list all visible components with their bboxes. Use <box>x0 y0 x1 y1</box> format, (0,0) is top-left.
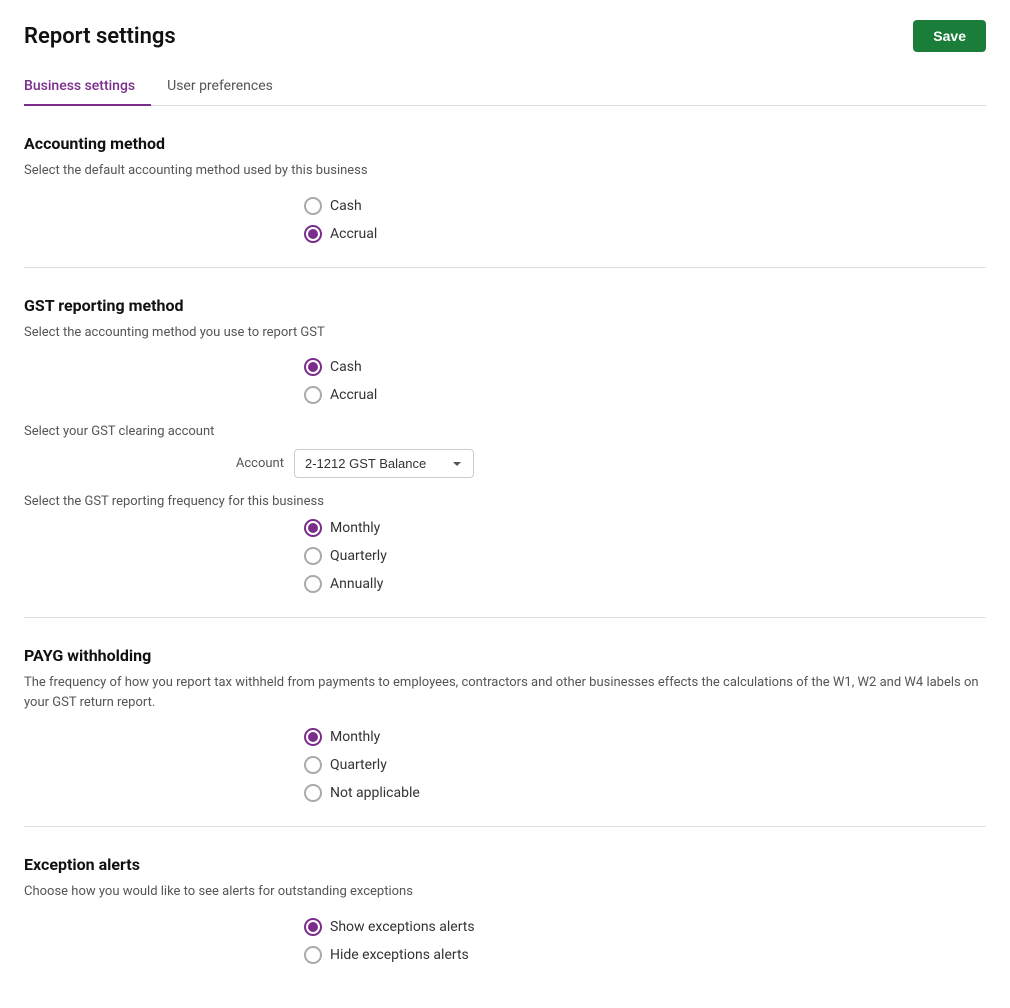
show-alerts-text: Show exceptions alerts <box>330 919 475 935</box>
account-field-label: Account <box>24 456 284 471</box>
gst-radio-accrual[interactable] <box>304 386 322 404</box>
gst-freq-quarterly[interactable] <box>304 547 322 565</box>
radio-label-cash[interactable]: Cash <box>304 197 362 215</box>
payg-quarterly[interactable] <box>304 756 322 774</box>
exception-alerts-radio-group: Show exceptions alerts Hide exceptions a… <box>304 918 986 964</box>
save-button[interactable]: Save <box>913 20 986 52</box>
exception-alerts-section: Exception alerts Choose how you would li… <box>24 827 986 988</box>
gst-radio-cash-label: Cash <box>330 359 362 375</box>
accounting-method-title: Accounting method <box>24 134 986 153</box>
payg-desc: The frequency of how you report tax with… <box>24 673 986 712</box>
payg-section: PAYG withholding The frequency of how yo… <box>24 618 986 827</box>
gst-freq-annually[interactable] <box>304 575 322 593</box>
show-alerts-radio[interactable] <box>304 918 322 936</box>
exception-alerts-desc: Choose how you would like to see alerts … <box>24 882 986 902</box>
accounting-method-desc: Select the default accounting method use… <box>24 161 986 181</box>
accounting-method-radio-group: Cash Accrual <box>304 197 986 243</box>
gst-method-radio-group: Cash Accrual <box>304 358 986 404</box>
hide-alerts-text: Hide exceptions alerts <box>330 947 469 963</box>
radio-cash-label: Cash <box>330 198 362 214</box>
payg-quarterly-text: Quarterly <box>330 757 387 773</box>
payg-monthly[interactable] <box>304 728 322 746</box>
gst-reporting-title: GST reporting method <box>24 296 986 315</box>
payg-monthly-label[interactable]: Monthly <box>304 728 380 746</box>
exception-alerts-title: Exception alerts <box>24 855 986 874</box>
gst-freq-monthly-text: Monthly <box>330 520 380 536</box>
payg-not-applicable[interactable] <box>304 784 322 802</box>
payg-title: PAYG withholding <box>24 646 986 665</box>
payg-not-applicable-label[interactable]: Not applicable <box>304 784 420 802</box>
hide-alerts-label[interactable]: Hide exceptions alerts <box>304 946 469 964</box>
gst-frequency-label: Select the GST reporting frequency for t… <box>24 494 986 509</box>
gst-radio-label-cash[interactable]: Cash <box>304 358 362 376</box>
page-header: Report settings Save <box>24 20 986 52</box>
hide-alerts-radio[interactable] <box>304 946 322 964</box>
gst-reporting-desc: Select the accounting method you use to … <box>24 323 986 343</box>
tabs-nav: Business settings User preferences <box>24 68 986 106</box>
payg-radio-group: Monthly Quarterly Not applicable <box>304 728 986 802</box>
tab-business-settings[interactable]: Business settings <box>24 68 151 106</box>
page-container: Report settings Save Business settings U… <box>0 0 1010 1008</box>
gst-freq-quarterly-label[interactable]: Quarterly <box>304 547 387 565</box>
payg-not-applicable-text: Not applicable <box>330 785 420 801</box>
show-alerts-label[interactable]: Show exceptions alerts <box>304 918 475 936</box>
gst-freq-quarterly-text: Quarterly <box>330 548 387 564</box>
radio-accrual-label: Accrual <box>330 226 377 242</box>
radio-accrual[interactable] <box>304 225 322 243</box>
accounting-method-section: Accounting method Select the default acc… <box>24 106 986 268</box>
payg-monthly-text: Monthly <box>330 729 380 745</box>
page-title: Report settings <box>24 24 176 49</box>
gst-freq-annually-text: Annually <box>330 576 383 592</box>
gst-frequency-radio-group: Monthly Quarterly Annually <box>304 519 986 593</box>
gst-reporting-section: GST reporting method Select the accounti… <box>24 268 986 619</box>
gst-freq-monthly-label[interactable]: Monthly <box>304 519 380 537</box>
tab-user-preferences[interactable]: User preferences <box>167 68 289 106</box>
gst-radio-accrual-label: Accrual <box>330 387 377 403</box>
radio-cash[interactable] <box>304 197 322 215</box>
gst-freq-annually-label[interactable]: Annually <box>304 575 383 593</box>
account-select[interactable]: 2-1212 GST Balance 2-1213 GST Collected … <box>294 449 474 478</box>
clearing-account-label: Select your GST clearing account <box>24 424 986 439</box>
radio-label-accrual[interactable]: Accrual <box>304 225 377 243</box>
account-form-row: Account 2-1212 GST Balance 2-1213 GST Co… <box>24 449 986 478</box>
payg-quarterly-label[interactable]: Quarterly <box>304 756 387 774</box>
gst-freq-monthly[interactable] <box>304 519 322 537</box>
gst-radio-label-accrual[interactable]: Accrual <box>304 386 377 404</box>
gst-radio-cash[interactable] <box>304 358 322 376</box>
